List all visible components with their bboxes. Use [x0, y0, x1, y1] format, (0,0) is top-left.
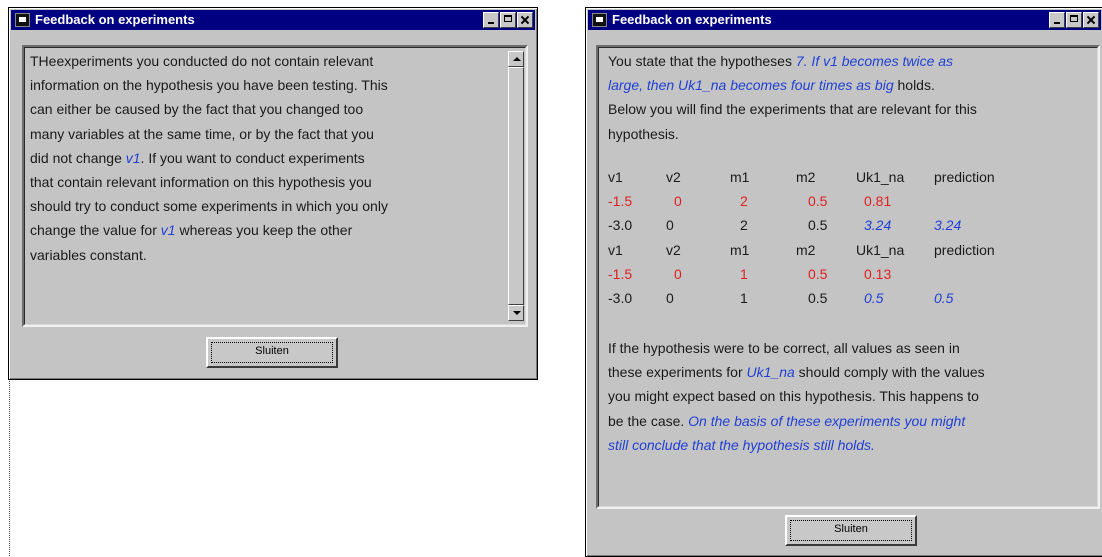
experiment-table: v1 v2 m1 m2 Uk1_na prediction -1.5 0 2 0… — [608, 165, 1024, 310]
minimize-icon[interactable] — [483, 12, 499, 28]
window-title: Feedback on experiments — [612, 12, 772, 27]
conclusion-highlight: still conclude that the hypothesis still… — [608, 436, 875, 453]
table-header-row: v1 v2 m1 m2 Uk1_na prediction — [608, 238, 1024, 262]
cell-m2: 0.5 — [808, 265, 828, 282]
hypothesis-text: large, then Uk1_na becomes four times as… — [608, 77, 894, 94]
cell-uk1-na: 0.81 — [864, 193, 892, 210]
hypothesis-text: 7. If v1 becomes twice as — [795, 53, 954, 69]
cell-v1: -1.5 — [608, 193, 633, 210]
text-line: You state that the hypotheses 7. If v1 b… — [608, 53, 954, 69]
table-row: -1.5 0 1 0.5 0.13 — [608, 262, 1024, 286]
conclusion-text: If the hypothesis were to be correct, al… — [608, 336, 1098, 457]
table-header-row: v1 v2 m1 m2 Uk1_na prediction — [608, 165, 1024, 189]
text-line: information on the hypothesis you have b… — [30, 77, 388, 94]
text-line: THeexperiments you conducted do not cont… — [30, 53, 374, 69]
column-header: Uk1_na — [856, 169, 905, 185]
cell-m2: 0.5 — [808, 193, 828, 210]
text-line: you might expect based on this hypothesi… — [608, 388, 979, 405]
cell-m1: 1 — [740, 290, 748, 307]
cell-m2: 0.5 — [808, 290, 828, 307]
feedback-text: THeexperiments you conducted do not cont… — [30, 49, 500, 267]
variable-link: Uk1_na — [746, 364, 795, 381]
window-title: Feedback on experiments — [35, 12, 195, 27]
scroll-thumb[interactable] — [508, 67, 524, 305]
text-line: still conclude that the hypothesis still… — [608, 433, 1098, 457]
column-header: v2 — [666, 241, 681, 258]
column-header: m1 — [730, 169, 750, 185]
cell-prediction: 0.5 — [934, 290, 954, 307]
close-button[interactable]: Sluiten — [785, 515, 917, 546]
cell-prediction: 3.24 — [934, 217, 962, 234]
text-line: many variables at the same time, or by t… — [30, 125, 374, 142]
variable-link: v1 — [160, 222, 176, 239]
scroll-down-icon[interactable] — [508, 305, 524, 321]
cell-v2: 0 — [674, 265, 682, 282]
column-header: prediction — [934, 241, 995, 258]
cell-v1: -3.0 — [608, 290, 633, 307]
cell-prediction — [934, 189, 1024, 213]
text-line: large, then Uk1_na becomes four times as… — [608, 77, 935, 94]
column-header: prediction — [934, 169, 995, 185]
column-header: v1 — [608, 241, 623, 258]
table-row: -3.0 0 1 0.5 0.5 0.5 — [608, 286, 1024, 310]
table-row: -3.0 0 2 0.5 3.24 3.24 — [608, 213, 1024, 237]
column-header: v2 — [666, 169, 681, 185]
text-line: can either be caused by the fact that yo… — [30, 101, 364, 118]
feedback-window-right: Feedback on experiments You state that t… — [585, 7, 1102, 557]
app-icon — [592, 13, 607, 27]
cell-v1: -3.0 — [608, 217, 633, 234]
cell-uk1-na: 0.13 — [864, 265, 892, 282]
table-row: -1.5 0 2 0.5 0.81 — [608, 189, 1024, 213]
cell-prediction — [934, 262, 1024, 286]
window-controls — [482, 12, 533, 28]
conclusion-highlight: On the basis of these experiments you mi… — [688, 412, 966, 429]
text-line: variables constant. — [30, 246, 147, 263]
feedback-text-panel: THeexperiments you conducted do not cont… — [22, 45, 528, 327]
close-icon[interactable] — [1083, 12, 1099, 28]
text-line: If the hypothesis were to be correct, al… — [608, 340, 960, 356]
text-line: that contain relevant information on thi… — [30, 174, 372, 191]
close-icon[interactable] — [517, 12, 533, 28]
scroll-up-icon[interactable] — [508, 51, 524, 67]
column-header: m1 — [730, 241, 750, 258]
feedback-window-left: Feedback on experiments THeexperiments y… — [8, 7, 538, 380]
column-header: m2 — [796, 241, 816, 258]
title-bar[interactable]: Feedback on experiments — [11, 10, 535, 30]
maximize-icon[interactable] — [1066, 12, 1082, 28]
cell-uk1-na: 3.24 — [864, 217, 892, 234]
cell-v2: 0 — [674, 193, 682, 210]
cell-m1: 2 — [740, 193, 748, 210]
cell-m1: 1 — [740, 265, 748, 282]
column-header: Uk1_na — [856, 241, 905, 258]
maximize-icon[interactable] — [500, 12, 516, 28]
intro-text: You state that the hypotheses 7. If v1 b… — [608, 49, 1094, 146]
minimize-icon[interactable] — [1049, 12, 1065, 28]
text-line: Below you will find the experiments that… — [608, 101, 977, 118]
column-header: v1 — [608, 169, 623, 185]
window-controls — [1048, 12, 1099, 28]
close-button[interactable]: Sluiten — [206, 337, 338, 368]
cell-m1: 2 — [740, 217, 748, 234]
text-line: did not change v1. If you want to conduc… — [30, 149, 365, 166]
column-header: m2 — [796, 169, 816, 185]
variable-link: v1 — [125, 149, 141, 166]
cell-v2: 0 — [666, 217, 674, 234]
text-line: these experiments for Uk1_na should comp… — [608, 364, 985, 381]
text-line: change the value for v1 whereas you keep… — [30, 222, 353, 239]
app-icon — [15, 13, 30, 27]
text-line: be the case. On the basis of these exper… — [608, 412, 966, 429]
text-line: hypothesis. — [608, 125, 679, 142]
cell-uk1-na: 0.5 — [864, 290, 884, 307]
dotted-guide-line — [9, 379, 10, 556]
feedback-text-panel: You state that the hypotheses 7. If v1 b… — [596, 45, 1100, 509]
vertical-scrollbar[interactable] — [508, 51, 524, 321]
title-bar[interactable]: Feedback on experiments — [588, 10, 1101, 30]
cell-v1: -1.5 — [608, 265, 633, 282]
cell-m2: 0.5 — [808, 217, 828, 234]
text-line: should try to conduct some experiments i… — [30, 198, 388, 215]
cell-v2: 0 — [666, 290, 674, 307]
